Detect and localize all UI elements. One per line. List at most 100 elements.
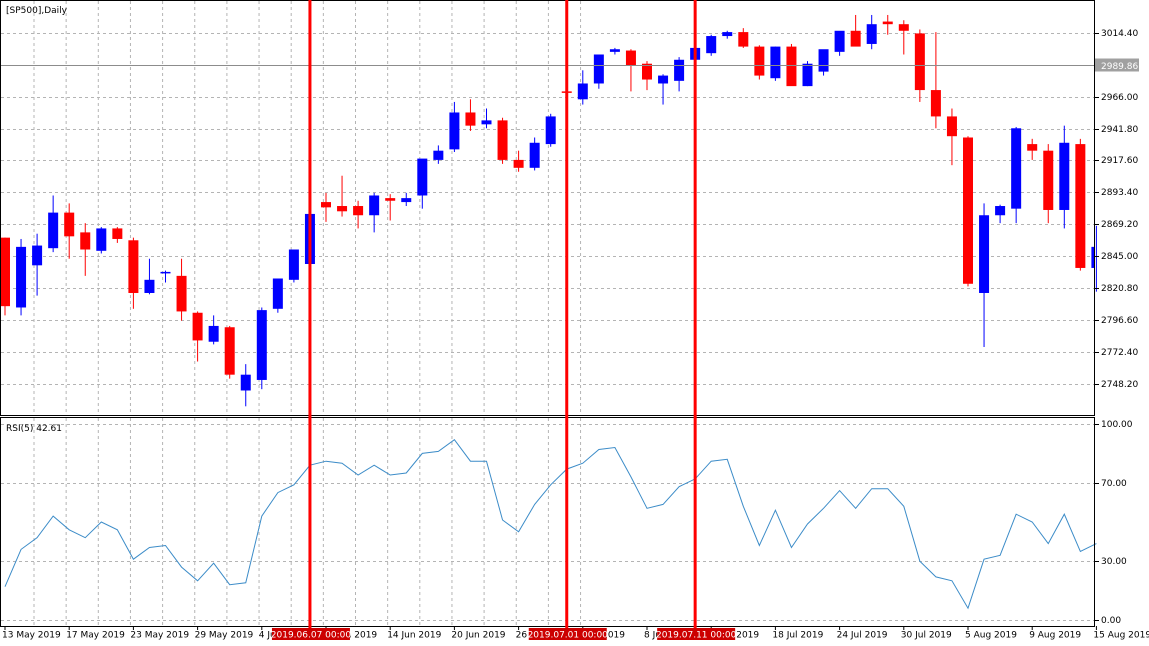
candle-body (176, 275, 187, 312)
candle-body (995, 206, 1006, 216)
candle-body (1027, 144, 1038, 151)
x-tick-label: 29 May 2019 (195, 631, 254, 641)
candle-body (48, 212, 59, 249)
y-tick-label: 2917.60 (1101, 156, 1138, 166)
candle-body (240, 374, 251, 391)
x-tick-label: 9 Aug 2019 (1029, 631, 1081, 641)
y-tick-label: 0.00 (1101, 616, 1121, 626)
x-tick-label: 23 May 2019 (130, 631, 189, 641)
candle-body (770, 46, 781, 79)
y-tick-label: 30.00 (1101, 557, 1127, 567)
candle-body (786, 46, 797, 87)
candle-body (625, 50, 636, 66)
candle-body (433, 150, 444, 160)
candle-body (706, 36, 717, 54)
candle-body (288, 249, 299, 280)
candle-body (529, 142, 540, 168)
marker-label: 2019.06.07 00:00 (271, 631, 352, 641)
candle (1075, 138, 1086, 271)
candle (818, 49, 829, 76)
candle-body (1059, 142, 1070, 210)
y-tick-label: 2796.60 (1101, 316, 1138, 326)
y-tick-label: 100.00 (1101, 420, 1133, 430)
y-tick-label: 2869.20 (1101, 220, 1138, 230)
candle (224, 325, 235, 379)
candle-body (401, 198, 412, 203)
candle-body (1, 237, 10, 307)
candle-body (417, 158, 428, 196)
candle-body (674, 59, 685, 81)
marker-label: 2019.07.01 00:00 (528, 631, 609, 641)
chart: 3014.402990.002966.002941.802917.602893.… (0, 0, 1149, 646)
candle-body (272, 278, 283, 309)
candle-body (64, 212, 75, 237)
candle (1, 237, 10, 316)
candle-body (609, 49, 620, 52)
candle-body (754, 46, 765, 76)
current-price-label: 2989.86 (1101, 62, 1138, 72)
candle-body (882, 21, 893, 25)
candle-body (914, 33, 925, 91)
y-tick-label: 70.00 (1101, 479, 1127, 489)
x-tick-label: 14 Jun 2019 (387, 631, 441, 641)
x-tick-label: 18 Jul 2019 (772, 631, 823, 641)
x-tick-label: 13 May 2019 (2, 631, 61, 641)
candle (272, 278, 283, 313)
candle-body (32, 245, 43, 266)
candle-body (160, 271, 171, 274)
candle-body (208, 325, 219, 342)
candle-body (802, 63, 813, 87)
candle-body (96, 228, 107, 251)
candle (706, 34, 717, 56)
candle-body (946, 116, 957, 137)
marker-label: 2019.07.11 00:00 (656, 631, 737, 641)
y-tick-label: 2893.40 (1101, 188, 1138, 198)
x-tick-label: 5 Aug 2019 (965, 631, 1017, 641)
candle-body (353, 206, 364, 216)
candle-body (144, 279, 155, 293)
candle-body (850, 30, 861, 47)
candle-body (722, 32, 733, 37)
y-tick-label: 2845.00 (1101, 252, 1138, 262)
y-tick-label: 2772.40 (1101, 348, 1138, 358)
candle-body (497, 120, 508, 160)
candle-body (481, 120, 492, 125)
candle-body (593, 54, 604, 84)
rsi-title: RSI(5) 42.61 (6, 424, 62, 434)
candle-body (192, 312, 203, 341)
candle (802, 61, 813, 87)
candle-body (1011, 128, 1022, 209)
candle (256, 307, 267, 390)
candle-body (818, 49, 829, 72)
x-tick-label: 30 Jul 2019 (901, 631, 952, 641)
candle-body (369, 195, 380, 216)
candle-body (979, 215, 990, 293)
candle-body (256, 310, 267, 380)
candle-body (738, 32, 749, 47)
candle-body (112, 228, 123, 239)
x-tick-label: 17 May 2019 (66, 631, 125, 641)
candle-body (80, 232, 91, 250)
candle (497, 117, 508, 164)
candle (545, 113, 556, 147)
candle (754, 45, 765, 80)
candle-body (465, 112, 476, 126)
candle-body (1043, 150, 1054, 210)
candle (770, 46, 781, 81)
candle (96, 227, 107, 254)
candle-body (642, 63, 652, 80)
candle-body (545, 116, 556, 145)
x-tick-label: 24 Jul 2019 (837, 631, 888, 641)
y-tick-label: 2966.00 (1101, 93, 1138, 103)
candle-body (1075, 144, 1086, 268)
candle-body (898, 24, 909, 31)
candle-body (577, 83, 588, 100)
background (0, 0, 1149, 646)
candle-body (321, 202, 331, 208)
candle-body (513, 159, 524, 168)
candle-body (128, 240, 139, 293)
candle-body (337, 206, 348, 212)
candle-body (1091, 246, 1094, 268)
candle-body (16, 246, 27, 308)
y-tick-label: 2941.80 (1101, 125, 1138, 135)
